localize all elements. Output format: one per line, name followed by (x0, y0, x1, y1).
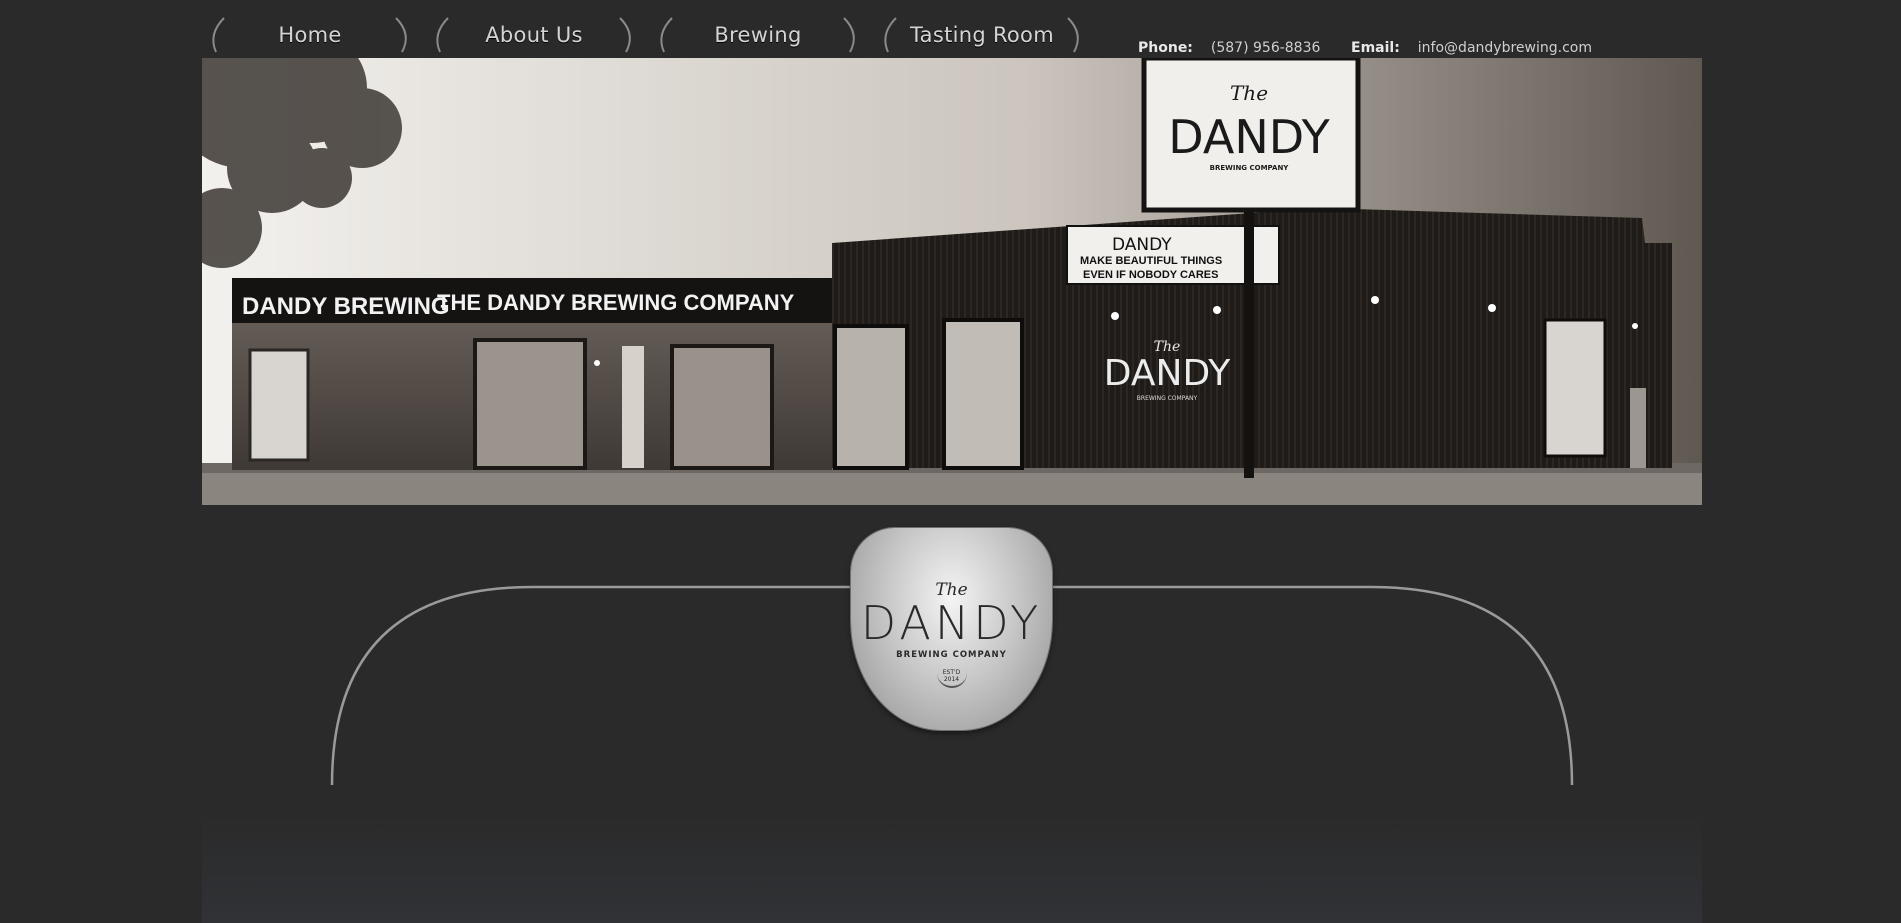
pylon-sign-sub: BREWING COMPANY (1210, 164, 1290, 172)
pylon-sign-the: The (1230, 81, 1268, 105)
badge-sub: BREWING COMPANY (896, 650, 1007, 660)
badge-est: EST'D (942, 669, 961, 676)
marquee-line-1: MAKE BEAUTIFUL THINGS (1080, 255, 1222, 267)
badge-name: DANDY (860, 596, 1043, 650)
phone-number[interactable]: (587) 956-8836 (1211, 40, 1321, 56)
bottom-fade (202, 810, 1702, 923)
email-label: Email: (1351, 40, 1400, 56)
nav-brewing[interactable]: Brewing (650, 14, 866, 56)
pylon-sign-name: DANDY (1168, 110, 1330, 164)
nav-tasting-room-label: Tasting Room (910, 23, 1054, 47)
contact-phone: Phone: (587) 956-8836 (1138, 40, 1320, 56)
email-link[interactable]: info@dandybrewing.com (1418, 40, 1592, 56)
building-sign-left: DANDY BREWING (242, 293, 450, 320)
marquee-name: DANDY (1112, 235, 1172, 255)
badge-est-laurel-icon: EST'D 2014 (936, 666, 967, 688)
nav-home[interactable]: Home (202, 14, 418, 56)
brewery-building-illustration: DANDY BREWING THE DANDY BREWING COMPANY … (202, 58, 1702, 505)
marquee-line-2: EVEN IF NOBODY CARES (1083, 269, 1219, 281)
wall-logo-sub: BREWING COMPANY (1137, 395, 1198, 402)
nav-brewing-label: Brewing (714, 23, 802, 47)
nav-tasting-room[interactable]: Tasting Room (874, 14, 1090, 56)
building-sign-right: THE DANDY BREWING COMPANY (437, 290, 795, 315)
dandy-logo-badge[interactable]: The DANDY BREWING COMPANY EST'D 2014 (851, 528, 1052, 730)
wall-logo-name: DANDY (1104, 353, 1231, 394)
hero-image: DANDY BREWING THE DANDY BREWING COMPANY … (202, 58, 1702, 505)
contact-email: Email: info@dandybrewing.com (1351, 40, 1592, 56)
nav-about-us-label: About Us (485, 23, 583, 47)
phone-label: Phone: (1138, 40, 1193, 56)
main-nav: Home About Us Brewing Tasting Room Phone… (202, 10, 1901, 58)
nav-home-label: Home (278, 23, 342, 47)
nav-about-us[interactable]: About Us (426, 14, 642, 56)
badge-year: 2014 (943, 676, 960, 683)
